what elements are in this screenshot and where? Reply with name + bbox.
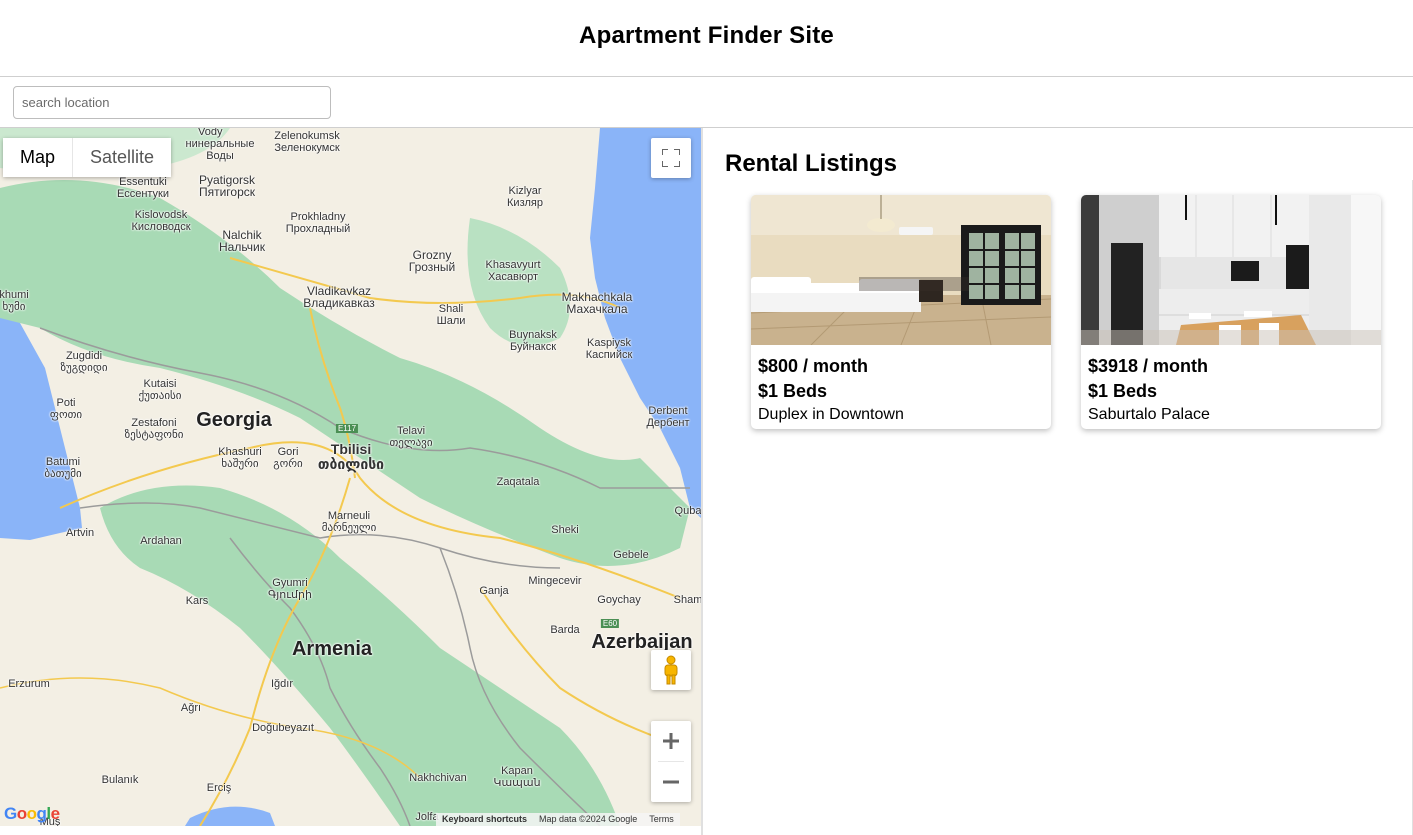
- listing-card[interactable]: $800 / month $1 Beds Duplex in Downtown: [751, 195, 1051, 429]
- zoom-control: [651, 721, 691, 802]
- map-label-kizlyar: Kizlyar Кизляр: [507, 185, 543, 209]
- map-type-satellite-button[interactable]: Satellite: [72, 138, 172, 177]
- search-bar: [0, 77, 1413, 128]
- plus-icon: [663, 733, 679, 749]
- map-label-zestafoni: Zestafoni ზესტაფონი: [124, 417, 184, 441]
- pegman-icon: [664, 655, 678, 685]
- listing-beds: $1 Beds: [1088, 381, 1158, 401]
- listing-price: $3918 / month: [1088, 356, 1209, 376]
- fullscreen-button[interactable]: [651, 138, 691, 178]
- map-label-zugdidi: Zugdidi ზუგდიდი: [60, 350, 108, 374]
- map-label-gebele: Gebele: [613, 549, 649, 561]
- map-label-ercis: Erciş: [206, 782, 232, 794]
- google-logo: Google: [4, 804, 60, 823]
- listing-price: $800 / month: [758, 356, 869, 376]
- map-label-marneuli: Marneuli მარნეული: [321, 510, 377, 534]
- map-label-essentuki: Essentuki Ессентуки: [116, 176, 170, 200]
- map-label-makhachkala: Makhachkala Махачкала: [561, 290, 633, 316]
- listing-name: Saburtalo Palace: [1088, 406, 1210, 423]
- map-route-e60: E60: [600, 619, 620, 628]
- terms-link[interactable]: Terms: [643, 813, 680, 826]
- listing-beds: $1 Beds: [758, 381, 828, 401]
- keyboard-shortcuts-link[interactable]: Keyboard shortcuts: [436, 813, 534, 826]
- map-label-pyatigorsk: Pyatigorsk Пятигорск: [198, 173, 256, 199]
- map-attribution: Keyboard shortcuts Map data ©2024 Google…: [410, 813, 680, 826]
- map-label-telavi: Telavi თელავი: [389, 425, 433, 449]
- listings-heading: Rental Listings: [725, 150, 898, 177]
- map-label-nakhchivan: Nakhchivan: [409, 772, 467, 784]
- map-label-ganja: Ganja: [479, 585, 509, 597]
- map-label-tbilisi: Tbilisi თბილისი: [317, 441, 385, 472]
- map-label-khashuri: Khashuri ხაშური: [218, 446, 262, 470]
- zoom-out-button[interactable]: [651, 762, 691, 802]
- map-label-georgia: Georgia: [196, 409, 272, 431]
- map-label-dogubeyazit: Doğubeyazıt: [252, 722, 314, 734]
- map-label-sheki: Sheki: [551, 524, 579, 536]
- map-label-zaqatala: Zaqatala: [496, 476, 540, 488]
- fullscreen-icon: [662, 149, 680, 167]
- minus-icon: [663, 780, 679, 784]
- listing-photo-kitchen[interactable]: [1081, 195, 1381, 345]
- listing-card[interactable]: $3918 / month $1 Beds Saburtalo Palace: [1081, 195, 1381, 429]
- map-label-batumi: Batumi ბათუმი: [44, 456, 82, 480]
- map-label-quba: Quba: [674, 505, 701, 517]
- map-label-poti: Poti ფოთი: [49, 397, 83, 421]
- map-data-text: Map data ©2024 Google: [533, 813, 644, 826]
- zoom-in-button[interactable]: [651, 721, 691, 761]
- map-type-map-button[interactable]: Map: [3, 138, 73, 177]
- map-label-khumi: khumi ხუმი: [0, 289, 29, 313]
- listings-panel: Rental Listings $800 / month $1 Beds Dup…: [701, 128, 1413, 835]
- map-label-kars: Kars: [185, 595, 209, 607]
- map-label-zelenokumsk: Zelenokumsk Зеленокумск: [274, 130, 340, 154]
- map-label-barda: Barda: [550, 624, 580, 636]
- map-label-agri: Ağrı: [180, 702, 202, 714]
- map-label-khasavyurt: Khasavyurt Хасавюрт: [485, 259, 541, 283]
- map-label-derbent: Derbent Дербент: [646, 405, 690, 429]
- map-label-gyumri: Gyumri Գյումրի: [268, 577, 312, 601]
- map-label-sham: Sham: [673, 594, 701, 606]
- map-label-nalchik: Nalchik Нальчик: [219, 228, 265, 254]
- map-label-ardahan: Ardahan: [140, 535, 182, 547]
- listing-photo-bedroom[interactable]: [751, 195, 1051, 345]
- map-label-grozny: Grozny Грозный: [408, 248, 456, 274]
- site-header: Apartment Finder Site: [0, 0, 1413, 77]
- map-route-e117: E117: [335, 424, 359, 433]
- map-label-kapan: Kapan Կապան: [493, 765, 541, 789]
- map-label-goychay: Goychay: [597, 594, 641, 606]
- search-input[interactable]: [13, 86, 331, 119]
- page-title: Apartment Finder Site: [579, 21, 834, 49]
- map-view[interactable]: Vody нинеральные Воды Zelenokumsk Зелено…: [0, 128, 701, 826]
- map-label-buynaksk: Buynaksk Буйнакск: [509, 329, 557, 353]
- map-type-control: Map Satellite: [3, 138, 172, 177]
- map-label-erzurum: Erzurum: [8, 678, 50, 690]
- map-label-armenia: Armenia: [291, 638, 373, 660]
- map-label-gori: Gori გორი: [273, 446, 303, 470]
- map-label-kutaisi: Kutaisi ქუთაისი: [138, 378, 182, 402]
- map-label-mingecevir: Mingecevir: [528, 575, 582, 587]
- map-label-shali: Shali Шали: [436, 303, 466, 327]
- map-label-prokhladny: Prokhladny Прохладный: [285, 211, 351, 235]
- map-label-kislovodsk: Kislovodsk Кисловодск: [131, 209, 191, 233]
- listing-name: Duplex in Downtown: [758, 406, 904, 423]
- map-label-vody-ru: нинеральные Воды: [185, 138, 255, 162]
- pegman-button[interactable]: [651, 650, 691, 690]
- map-label-kaspiysk: Kaspiysk Каспийск: [585, 337, 633, 361]
- map-label-vody: Vody: [198, 128, 223, 138]
- map-label-igdir: Iğdır: [270, 678, 294, 690]
- map-label-bulanik: Bulanık: [101, 774, 139, 786]
- map-label-artvin: Artvin: [65, 527, 95, 539]
- map-label-vladikavkaz: Vladikavkaz Владикавказ: [303, 284, 375, 310]
